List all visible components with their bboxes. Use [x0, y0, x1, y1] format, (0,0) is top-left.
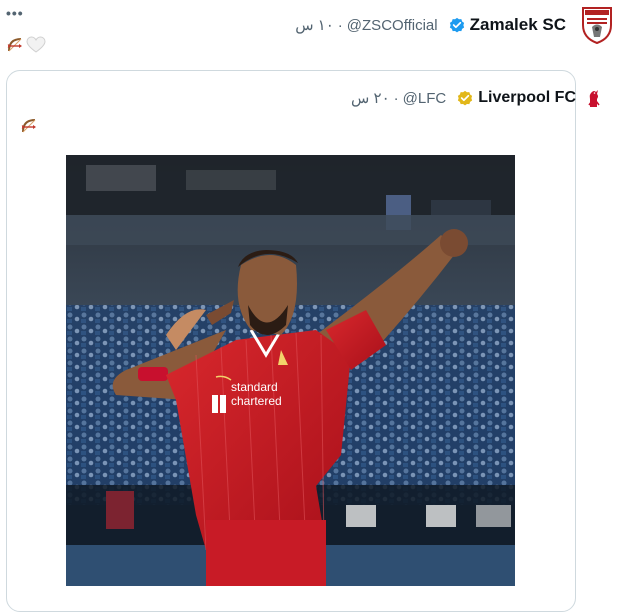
blue-verified-icon	[449, 17, 464, 33]
player-celebration-photo[interactable]: standard chartered	[66, 155, 515, 586]
more-options-icon[interactable]: •••	[6, 6, 24, 20]
separator-dot: ·	[393, 89, 399, 107]
liverbird-icon[interactable]	[586, 87, 602, 109]
tweet-timestamp[interactable]: ١٠ س	[295, 16, 334, 34]
reaction-emojis	[6, 36, 46, 54]
quoted-timestamp[interactable]: ٢٠ س	[351, 89, 390, 107]
gold-verified-icon	[458, 90, 473, 106]
bow-and-arrow-icon	[7, 38, 22, 52]
white-heart-icon	[26, 36, 46, 53]
tweet-header: ١٠ س · @ZSCOfficial Zamalek SC	[295, 7, 614, 45]
quoted-tweet-header: ٢٠ س · @LFC Liverpool FC	[351, 86, 602, 110]
separator-dot: ·	[337, 16, 343, 34]
zamalek-crest-icon[interactable]	[580, 5, 614, 45]
svg-text:chartered: chartered	[231, 394, 282, 408]
svg-text:standard: standard	[231, 380, 278, 394]
quoted-author-name[interactable]: Liverpool FC	[478, 89, 576, 107]
author-handle[interactable]: @ZSCOfficial	[347, 17, 438, 34]
author-name[interactable]: Zamalek SC	[470, 15, 566, 35]
quoted-author-handle[interactable]: @LFC	[403, 90, 447, 107]
